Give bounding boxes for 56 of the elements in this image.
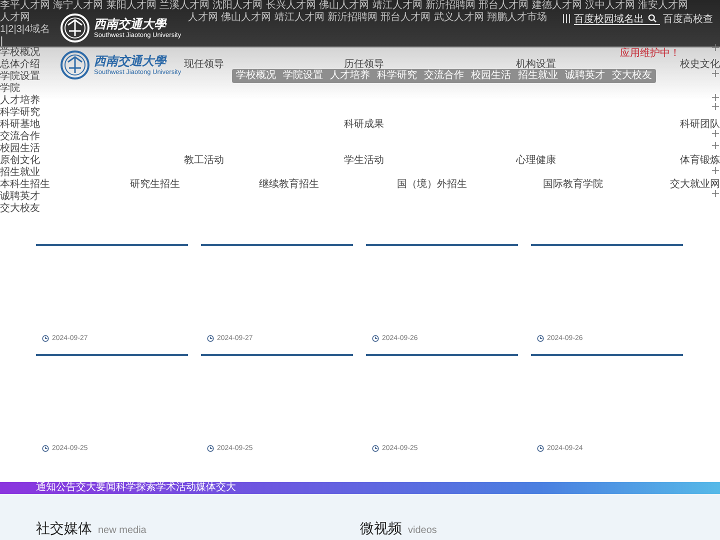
menu-link[interactable]: 学校概况 <box>0 47 40 59</box>
menu-glyph[interactable]: ||| <box>562 13 572 25</box>
menu-link[interactable]: 国际教育学院 <box>543 179 603 191</box>
menu-link[interactable]: 科学研究 <box>0 107 40 119</box>
menu-link[interactable]: 诚聘英才 <box>0 191 40 203</box>
clock-icon <box>207 335 214 342</box>
clock-icon <box>42 335 49 342</box>
menu-link[interactable]: 现任领导 <box>184 59 224 71</box>
menu-link[interactable]: 交流合作 <box>0 131 40 143</box>
clock-icon <box>42 445 49 452</box>
menu-link[interactable]: 学院 <box>0 83 20 95</box>
menu-link[interactable]: 校园生活 <box>0 143 40 155</box>
menu-link[interactable]: 科研基地 <box>0 119 40 131</box>
menu-link[interactable]: 学院设置 <box>0 71 40 83</box>
menu-link[interactable]: 国（境）外招生 <box>397 179 467 191</box>
clock-icon <box>372 335 379 342</box>
ticker-text: 人才网 佛山人才网 靖江人才网 新沂招聘网 邢台人才网 武义人才网 翔鹏人才市场 <box>188 12 548 24</box>
emblem-icon <box>60 13 90 43</box>
clock-icon <box>372 445 379 452</box>
maintenance-notice: 应用维护中！ <box>620 48 680 60</box>
clock-icon <box>537 445 544 452</box>
logo-wordmark: 西南交通大學 <box>94 16 168 32</box>
menu-link[interactable]: 教工活动 <box>184 155 224 167</box>
menu-link[interactable]: 本科生招生 <box>0 179 50 191</box>
menu-link[interactable]: 心理健康 <box>516 155 556 167</box>
logo-wordmark: 西南交通大學 <box>94 53 168 69</box>
section-subtitle: new media <box>98 525 146 536</box>
menu-link[interactable]: 校史文化 <box>680 59 720 71</box>
menu-link[interactable]: 继续教育招生 <box>259 179 319 191</box>
menu-link[interactable]: 体育锻炼 <box>680 155 720 167</box>
menu-link[interactable]: 招生就业 <box>0 167 40 179</box>
menu-link[interactable]: 人才培养 <box>0 95 40 107</box>
search-trailing-text: 百度高校查 <box>663 12 714 26</box>
menu-link[interactable]: 科研成果 <box>344 119 384 131</box>
search-icon[interactable] <box>648 14 658 23</box>
emblem-icon <box>60 50 90 80</box>
ticker-text: 人才网 <box>0 12 30 24</box>
section-title: 社交媒体 <box>36 520 92 538</box>
menu-link[interactable]: 学生活动 <box>344 155 384 167</box>
search-field[interactable]: 百度校园域名出 <box>574 13 660 25</box>
menu-link[interactable]: 历任领导 <box>344 59 384 71</box>
clock-icon <box>537 335 544 342</box>
clock-icon <box>207 445 214 452</box>
category-links[interactable]: 通知公告交大要闻科学探索学术活动媒体交大 <box>36 482 236 494</box>
menu-link[interactable]: 交大就业网 <box>670 179 720 191</box>
menu-link[interactable]: 研究生招生 <box>130 179 180 191</box>
section-title: 微视频 <box>360 520 402 538</box>
section-subtitle: videos <box>408 525 437 536</box>
divider-text: | <box>0 36 4 47</box>
menu-link[interactable]: 科研团队 <box>680 119 720 131</box>
menu-link[interactable]: 原创文化 <box>0 155 40 167</box>
plus-icon[interactable] <box>712 44 719 51</box>
menu-link[interactable]: 交大校友 <box>0 203 40 215</box>
menu-link[interactable]: 机构设置 <box>516 59 556 71</box>
pager-text: 1|2|3|4域名 <box>0 24 50 35</box>
menu-link[interactable]: 总体介绍 <box>0 59 40 71</box>
